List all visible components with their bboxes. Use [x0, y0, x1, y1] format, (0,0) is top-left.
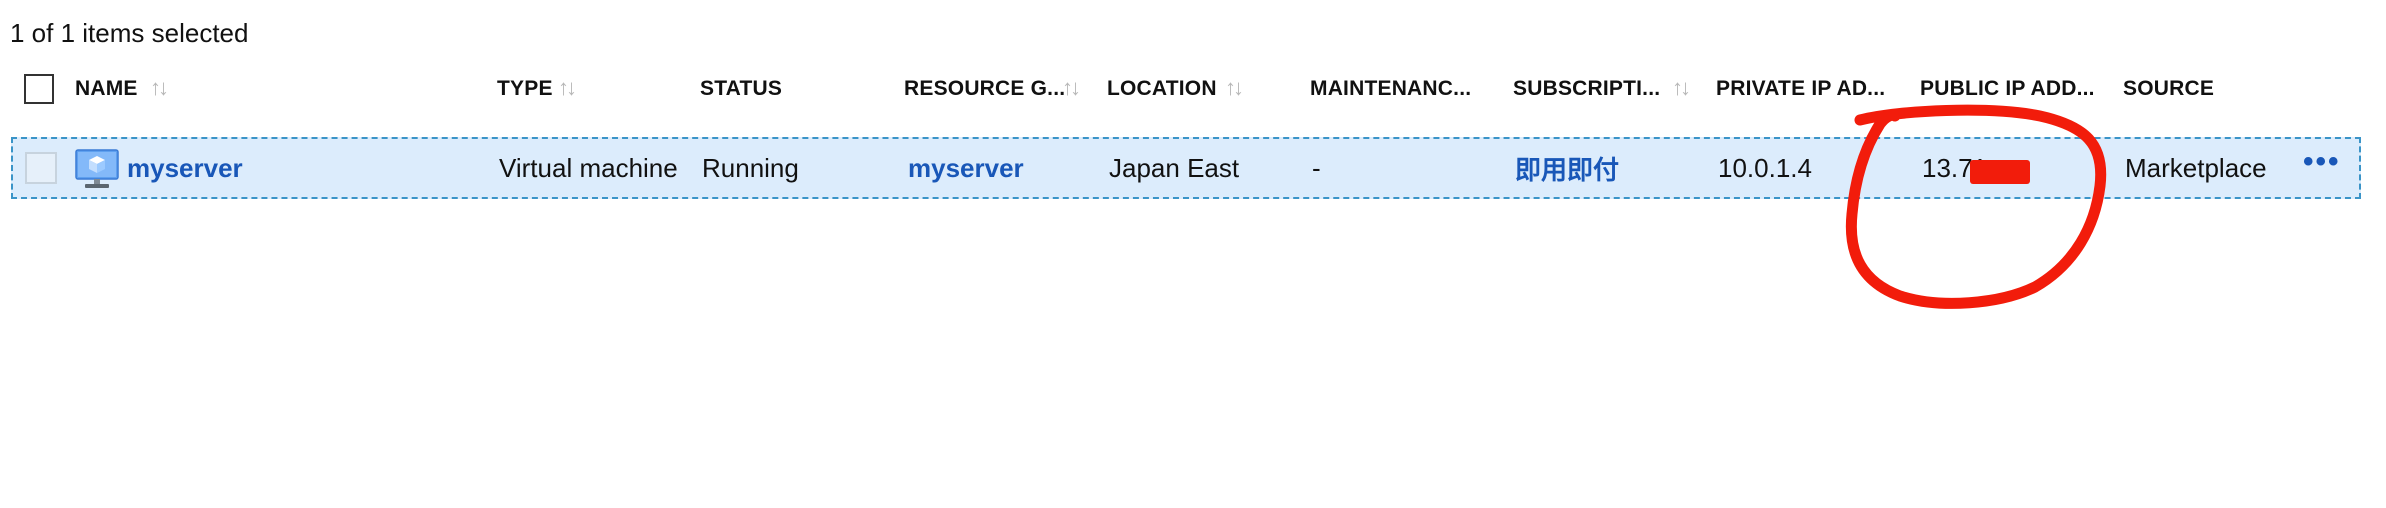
vm-type: Virtual machine: [499, 152, 678, 183]
vm-location: Japan East: [1109, 152, 1240, 183]
column-header-resource-group[interactable]: RESOURCE G...: [904, 66, 1065, 112]
sort-name-icon[interactable]: ↑↓: [150, 75, 169, 101]
column-header-status[interactable]: STATUS: [700, 66, 782, 112]
column-header-name-label: NAME: [75, 77, 138, 100]
column-header-subscription-label: SUBSCRIPTI...: [1513, 77, 1661, 100]
sort-resource-group-icon[interactable]: ↑↓: [1062, 75, 1081, 101]
column-header-location[interactable]: LOCATION: [1107, 66, 1217, 112]
column-header-source[interactable]: SOURCE: [2123, 66, 2214, 112]
column-header-location-label: LOCATION: [1107, 77, 1217, 100]
vm-maintenance: -: [1312, 152, 1321, 183]
column-header-maintenance[interactable]: MAINTENANC...: [1310, 66, 1471, 112]
column-header-status-label: STATUS: [700, 77, 783, 100]
subscription-link[interactable]: 即用即付: [1515, 139, 1619, 197]
column-header-private-ip-label: PRIVATE IP AD...: [1716, 77, 1886, 100]
vm-name-link[interactable]: myserver: [127, 139, 243, 197]
virtual-machine-icon: [75, 149, 119, 188]
resource-group-link[interactable]: myserver: [908, 139, 1024, 197]
column-header-resource-group-label: RESOURCE G...: [904, 77, 1066, 100]
selection-count: 1 of 1 items selected: [10, 18, 249, 48]
sort-type-icon[interactable]: ↑↓: [558, 75, 577, 101]
column-header-public-ip[interactable]: PUBLIC IP ADD...: [1920, 66, 2095, 112]
column-header-type[interactable]: TYPE: [497, 66, 553, 112]
vm-status: Running: [702, 152, 799, 183]
table-header: NAME ↑↓ TYPE ↑↓ STATUS RESOURCE G... ↑↓ …: [0, 66, 2386, 112]
sort-subscription-icon[interactable]: ↑↓: [1672, 75, 1691, 101]
column-header-source-label: SOURCE: [2123, 77, 2215, 100]
redaction-mark: [1970, 160, 2030, 184]
column-header-subscription[interactable]: SUBSCRIPTI...: [1513, 66, 1660, 112]
more-actions-icon[interactable]: •••: [2303, 145, 2341, 179]
row-checkbox[interactable]: [25, 152, 57, 184]
column-header-public-ip-label: PUBLIC IP ADD...: [1920, 77, 2095, 100]
red-circle-annotation: [1845, 104, 2107, 309]
vm-source: Marketplace: [2125, 152, 2267, 183]
sort-location-icon[interactable]: ↑↓: [1225, 75, 1244, 101]
select-all-checkbox[interactable]: [24, 74, 54, 104]
private-ip: 10.0.1.4: [1718, 152, 1812, 183]
column-header-name[interactable]: NAME: [75, 66, 138, 112]
column-header-type-label: TYPE: [497, 77, 553, 100]
column-header-private-ip[interactable]: PRIVATE IP AD...: [1716, 66, 1885, 112]
column-header-maintenance-label: MAINTENANC...: [1310, 77, 1472, 100]
